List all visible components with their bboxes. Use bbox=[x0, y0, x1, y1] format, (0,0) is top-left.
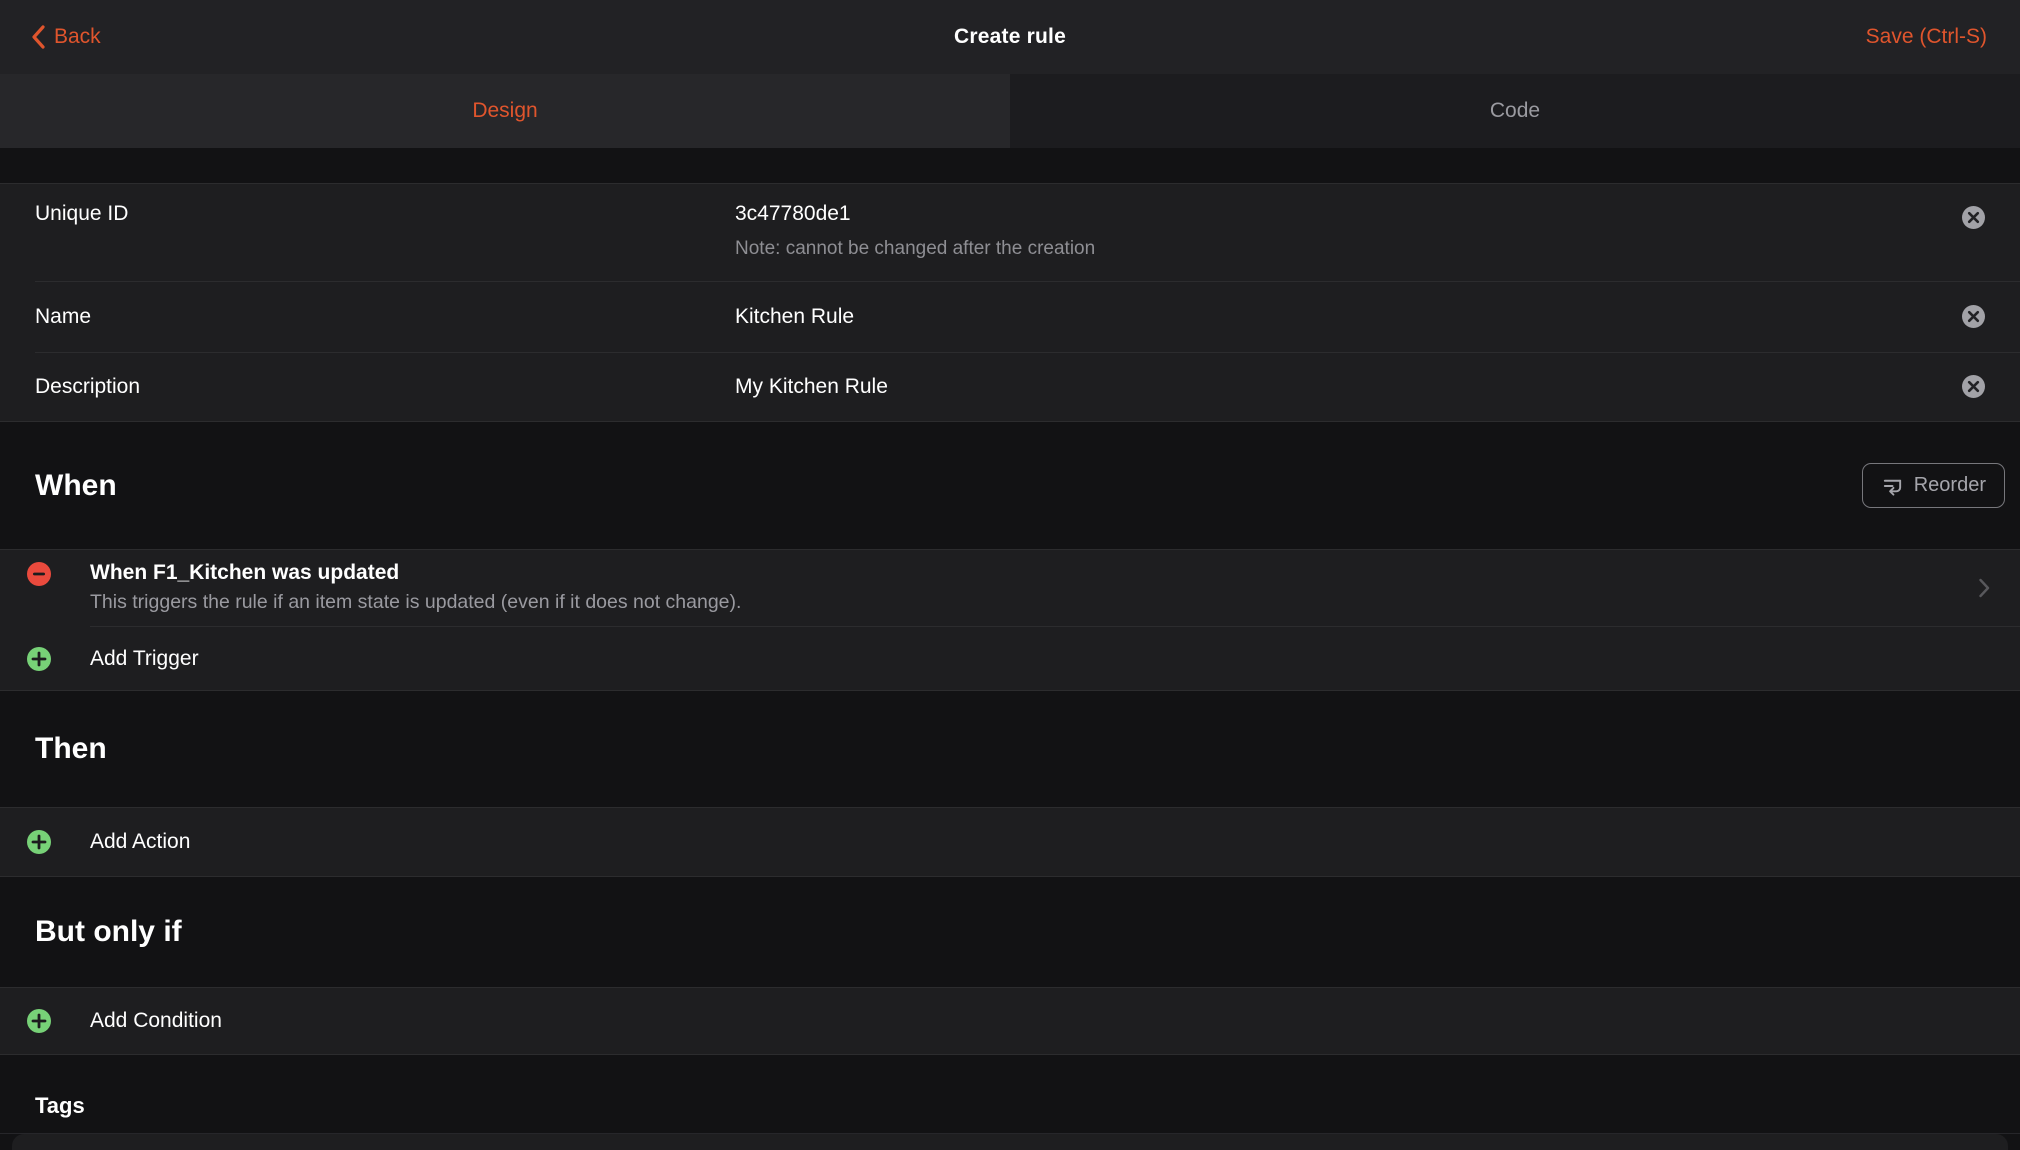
chevron-left-icon bbox=[30, 24, 46, 50]
back-button[interactable]: Back bbox=[30, 0, 101, 74]
unique-id-label: Unique ID bbox=[35, 202, 735, 226]
semantic-class-row[interactable]: Semantic Class None bbox=[12, 1134, 2008, 1150]
unique-id-row: Unique ID 3c47780de1 Note: cannot be cha… bbox=[0, 184, 2020, 281]
add-trigger-button[interactable]: Add Trigger bbox=[0, 627, 2020, 690]
tab-design[interactable]: Design bbox=[0, 74, 1010, 148]
trigger-title: When F1_Kitchen was updated bbox=[90, 560, 1960, 586]
but-only-if-title: But only if bbox=[35, 915, 182, 949]
tags-title: Tags bbox=[35, 1093, 85, 1119]
add-action-button[interactable]: Add Action bbox=[0, 808, 2020, 876]
save-button[interactable]: Save (Ctrl-S) bbox=[1866, 0, 1987, 74]
but-only-if-section-header: But only if bbox=[0, 877, 2020, 987]
clear-description-button[interactable] bbox=[1962, 375, 1985, 398]
description-label: Description bbox=[35, 375, 735, 399]
unique-id-input[interactable]: 3c47780de1 bbox=[735, 202, 1095, 226]
page-title: Create rule bbox=[954, 25, 1066, 49]
tags-section-header: Tags bbox=[0, 1055, 2020, 1134]
add-condition-button[interactable]: Add Condition bbox=[0, 988, 2020, 1054]
description-input[interactable]: My Kitchen Rule bbox=[735, 375, 888, 399]
clear-unique-id-button[interactable] bbox=[1962, 206, 1985, 229]
triggers-list: When F1_Kitchen was updated This trigger… bbox=[0, 549, 2020, 691]
name-row: Name Kitchen Rule bbox=[0, 282, 2020, 352]
then-title: Then bbox=[35, 732, 107, 766]
unique-id-field-wrap: 3c47780de1 Note: cannot be changed after… bbox=[735, 202, 1095, 260]
plus-circle-icon bbox=[27, 647, 51, 671]
plus-circle-icon bbox=[27, 1009, 51, 1033]
when-section-header: When Reorder bbox=[0, 422, 2020, 549]
name-label: Name bbox=[35, 305, 735, 329]
unique-id-note: Note: cannot be changed after the creati… bbox=[735, 238, 1095, 260]
actions-list: Add Action bbox=[0, 807, 2020, 877]
clear-name-button[interactable] bbox=[1962, 305, 1985, 328]
trigger-subtitle: This triggers the rule if an item state … bbox=[90, 589, 1960, 615]
back-label: Back bbox=[54, 25, 101, 49]
conditions-list: Add Condition bbox=[0, 987, 2020, 1055]
reorder-button[interactable]: Reorder bbox=[1862, 463, 2005, 508]
name-input[interactable]: Kitchen Rule bbox=[735, 305, 854, 329]
add-action-label: Add Action bbox=[90, 830, 190, 854]
trigger-row[interactable]: When F1_Kitchen was updated This trigger… bbox=[0, 550, 2020, 626]
tab-bar: Design Code bbox=[0, 74, 2020, 148]
reorder-label: Reorder bbox=[1914, 474, 1986, 497]
content-top-gap bbox=[0, 148, 2020, 183]
add-condition-label: Add Condition bbox=[90, 1009, 222, 1033]
when-title: When bbox=[35, 469, 117, 503]
navbar: Back Create rule Save (Ctrl-S) bbox=[0, 0, 2020, 74]
tab-code[interactable]: Code bbox=[1010, 74, 2020, 148]
then-section-header: Then bbox=[0, 691, 2020, 807]
remove-trigger-icon[interactable] bbox=[27, 562, 51, 586]
rule-info-list: Unique ID 3c47780de1 Note: cannot be cha… bbox=[0, 183, 2020, 422]
plus-circle-icon bbox=[27, 830, 51, 854]
reorder-icon bbox=[1881, 475, 1904, 497]
add-trigger-label: Add Trigger bbox=[90, 647, 199, 671]
description-row: Description My Kitchen Rule bbox=[0, 353, 2020, 421]
chevron-right-icon bbox=[1979, 579, 1990, 598]
